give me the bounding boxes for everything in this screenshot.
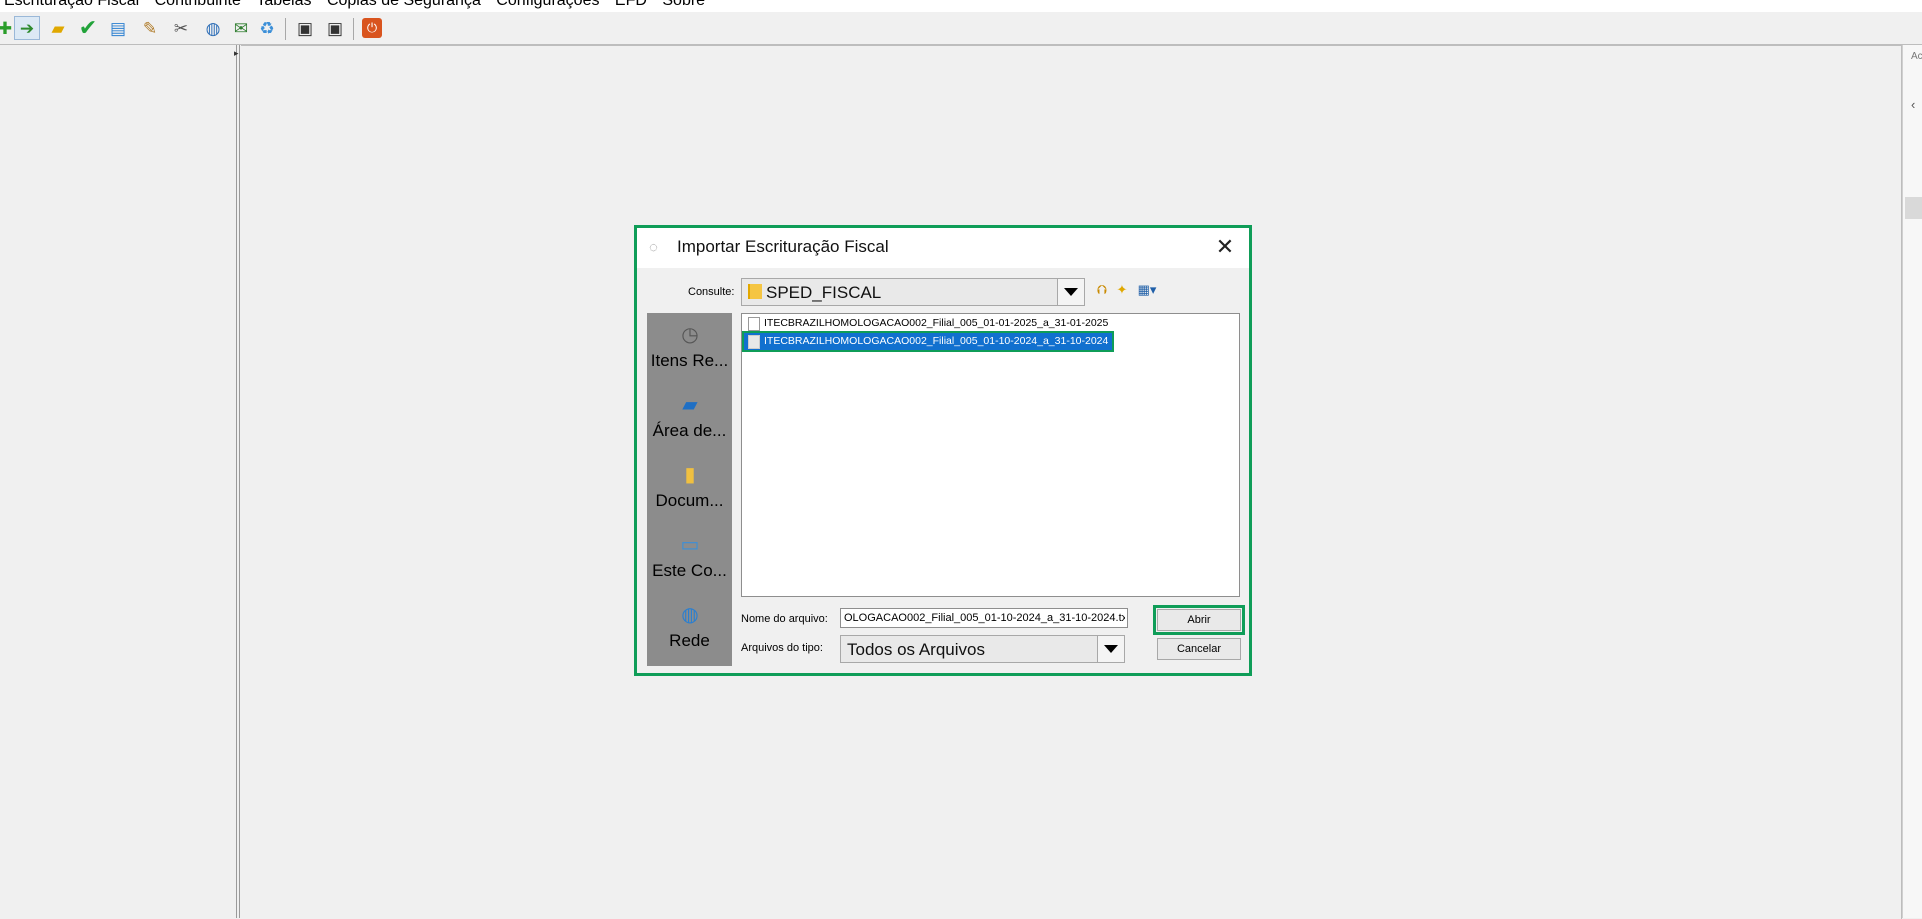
side-arrow-icon[interactable]: ‹ [1911, 97, 1915, 112]
export-icon[interactable]: ▤ [105, 16, 131, 40]
chevron-down-icon[interactable] [1097, 636, 1124, 662]
side-tab-label[interactable]: Ac [1911, 51, 1922, 62]
right-side-strip: Ac ‹ [1902, 45, 1922, 918]
look-in-label: Consulte: [688, 286, 735, 298]
filetype-label: Arquivos do tipo: [741, 642, 823, 654]
menu-configuracoes[interactable]: Configurações [492, 0, 606, 11]
recycle-icon[interactable]: ♻ [254, 16, 280, 40]
place-documents[interactable]: ▮ Docum... [647, 455, 732, 521]
file-icon [748, 335, 760, 349]
file-name: ITECBRAZILHOMOLOGACAO002_Filial_005_01-1… [764, 335, 1109, 347]
filename-label: Nome do arquivo: [741, 613, 828, 625]
edit-sign-icon[interactable]: ✎ [137, 16, 163, 40]
file-icon [748, 317, 760, 331]
place-label: Este Co... [652, 561, 727, 580]
list-item[interactable]: ITECBRAZILHOMOLOGACAO002_Filial_005_01-0… [744, 315, 1110, 332]
place-label: Rede [669, 631, 710, 650]
look-in-value: SPED_FISCAL [766, 283, 882, 302]
file-name: ITECBRAZILHOMOLOGACAO002_Filial_005_01-0… [764, 317, 1109, 329]
desktop-icon: ▰ [682, 393, 698, 416]
dialog-titlebar: ◌ Importar Escrituração Fiscal ✕ [637, 228, 1249, 268]
menu-tabelas[interactable]: Tabelas [252, 0, 318, 11]
place-recent[interactable]: ◷ Itens Re... [647, 315, 732, 381]
cancel-button[interactable]: Cancelar [1157, 638, 1241, 660]
menu-efd[interactable]: EFD [611, 0, 654, 11]
filetype-value: Todos os Arquivos [847, 640, 985, 659]
dialog-title: Importar Escrituração Fiscal [677, 237, 889, 256]
chevron-down-icon[interactable] [1057, 279, 1084, 305]
look-in-combo[interactable]: SPED_FISCAL [741, 278, 1085, 306]
place-label: Área de... [652, 421, 727, 440]
place-computer[interactable]: ▭ Este Co... [647, 525, 732, 591]
navigation-panel [0, 45, 237, 918]
import-icon[interactable]: ➔ [14, 16, 40, 40]
up-folder-icon[interactable]: ⮉ [1093, 281, 1111, 299]
save-as-icon[interactable]: ▣ [322, 16, 348, 40]
toolbar: ✚ ➔ ▰ ✔ ▤ ✎ ✂ ◍ ✉ ♻ ▣ ▣ ⏻ [0, 12, 1922, 45]
view-menu-icon[interactable]: ▦▾ [1134, 281, 1160, 299]
save-icon[interactable]: ▣ [292, 16, 318, 40]
place-network[interactable]: ◍ Rede [647, 595, 732, 661]
tools-icon[interactable]: ✂ [168, 16, 194, 40]
folder-icon [748, 284, 762, 299]
menu-escrituracao-fiscal[interactable]: Escrituração Fiscal [0, 0, 146, 11]
validate-check-icon[interactable]: ✔ [75, 16, 101, 40]
open-button[interactable]: Abrir [1153, 605, 1245, 635]
menu-copias-seguranca[interactable]: Cópias de Segurança [323, 0, 488, 11]
open-folder-icon[interactable]: ▰ [45, 16, 71, 40]
close-button[interactable]: ✕ [1211, 234, 1239, 260]
place-label: Docum... [655, 491, 724, 510]
receipt-icon[interactable]: ✉ [228, 16, 254, 40]
side-scroll-thumb[interactable] [1905, 197, 1922, 219]
menu-sobre[interactable]: Sobre [658, 0, 712, 11]
globe-transmit-icon[interactable]: ◍ [200, 16, 226, 40]
splitter-handle[interactable] [236, 45, 240, 918]
recent-items-icon: ◷ [681, 323, 699, 346]
place-desktop[interactable]: ▰ Área de... [647, 385, 732, 451]
filetype-combo[interactable]: Todos os Arquivos [840, 635, 1125, 663]
exit-icon[interactable]: ⏻ [359, 16, 385, 40]
file-list[interactable]: ITECBRAZILHOMOLOGACAO002_Filial_005_01-0… [741, 313, 1240, 597]
network-icon: ◍ [681, 603, 699, 626]
toolbar-separator [353, 18, 354, 40]
import-dialog: ◌ Importar Escrituração Fiscal ✕ Consult… [634, 225, 1252, 676]
toolbar-separator [285, 18, 286, 40]
list-item-selected[interactable]: ITECBRAZILHOMOLOGACAO002_Filial_005_01-1… [742, 331, 1114, 352]
computer-icon: ▭ [680, 533, 700, 556]
new-folder-icon[interactable]: ✦ [1113, 281, 1131, 299]
menu-contribuinte[interactable]: Contribuinte [151, 0, 248, 11]
java-cup-icon: ◌ [649, 239, 658, 256]
place-label: Itens Re... [650, 351, 729, 370]
collapse-arrow-icon[interactable]: ▸ [234, 48, 239, 59]
filename-input[interactable] [840, 608, 1128, 628]
places-bar: ◷ Itens Re... ▰ Área de... ▮ Docum... ▭ … [647, 313, 732, 666]
documents-icon: ▮ [684, 463, 696, 486]
